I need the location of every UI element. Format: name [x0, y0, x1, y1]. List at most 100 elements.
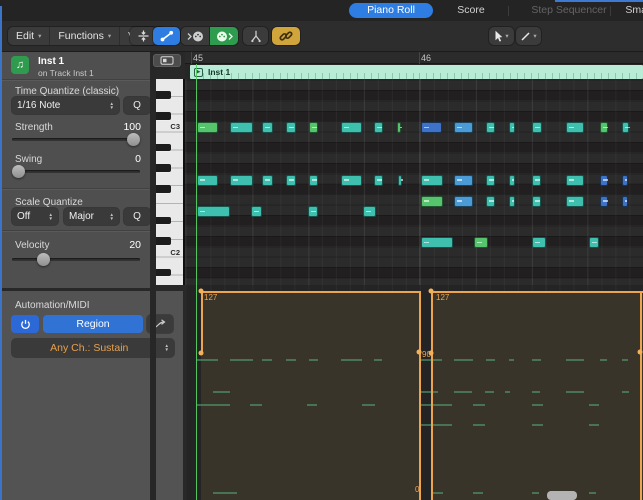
midi-note[interactable] — [421, 237, 453, 248]
midi-note[interactable] — [309, 175, 318, 186]
midi-note[interactable] — [374, 122, 384, 133]
midi-note[interactable] — [566, 196, 585, 207]
midi-out-button[interactable] — [209, 27, 238, 45]
tab-piano-roll[interactable]: Piano Roll — [349, 3, 433, 18]
automation-point[interactable] — [199, 289, 204, 294]
menu-edit[interactable]: Edit▾ — [8, 27, 50, 45]
midi-note[interactable] — [600, 122, 609, 133]
midi-note[interactable] — [197, 206, 230, 217]
automation-point[interactable] — [638, 350, 643, 355]
midi-note[interactable] — [486, 122, 496, 133]
midi-note[interactable] — [454, 196, 473, 207]
midi-note[interactable] — [486, 175, 495, 186]
menu-functions[interactable]: Functions▾ — [50, 27, 120, 45]
automation-region-right-edge[interactable] — [640, 291, 642, 500]
piano-key-black[interactable] — [156, 91, 171, 98]
midi-note[interactable] — [509, 196, 515, 207]
midi-in-button[interactable] — [181, 27, 209, 45]
midi-note[interactable] — [397, 122, 401, 133]
midi-note[interactable] — [286, 175, 297, 186]
pencil-tool-button[interactable]: ▾ — [516, 27, 541, 45]
midi-note[interactable] — [286, 122, 297, 133]
piano-keyboard[interactable]: C3C2 — [156, 79, 185, 285]
midi-note[interactable] — [251, 206, 262, 217]
midi-note[interactable] — [454, 175, 473, 186]
midi-note[interactable] — [197, 122, 218, 133]
midi-note[interactable] — [309, 122, 319, 133]
midi-note[interactable] — [421, 196, 443, 207]
midi-note[interactable] — [374, 175, 383, 186]
midi-note[interactable] — [600, 175, 608, 186]
tab-smart-t[interactable]: Smart T — [614, 3, 643, 18]
time-quantize-apply-button[interactable]: Q — [124, 97, 150, 114]
tab-score[interactable]: Score — [441, 3, 501, 18]
details-toggle-button[interactable] — [153, 54, 181, 67]
automation-point[interactable] — [199, 351, 204, 356]
automation-region-fill[interactable] — [431, 291, 643, 500]
time-quantize-select[interactable]: 1/16 Note ▲▼ — [12, 97, 119, 114]
bar-ruler[interactable]: 4546 — [185, 52, 643, 64]
swing-slider[interactable] — [12, 170, 140, 173]
automation-point[interactable] — [417, 350, 422, 355]
midi-note[interactable] — [566, 175, 585, 186]
scale-quantize-apply-button[interactable]: Q — [124, 208, 150, 225]
strength-slider-thumb[interactable] — [127, 133, 140, 146]
midi-note[interactable] — [509, 122, 515, 133]
piano-key-black[interactable] — [156, 269, 171, 276]
midi-draw-button[interactable] — [153, 27, 180, 45]
midi-note[interactable] — [262, 122, 273, 133]
automation-region-left-edge[interactable] — [431, 291, 433, 500]
swing-slider-thumb[interactable] — [12, 165, 25, 178]
piano-key-black[interactable] — [156, 144, 171, 151]
midi-note[interactable] — [532, 196, 541, 207]
tab-step-sequencer[interactable]: Step Sequencer — [514, 3, 624, 18]
midi-note[interactable] — [262, 175, 273, 186]
note-grid[interactable] — [185, 79, 643, 285]
scale-root-select[interactable]: Off ▲▼ — [12, 208, 58, 225]
midi-note[interactable] — [486, 196, 495, 207]
midi-note[interactable] — [509, 175, 515, 186]
midi-note[interactable] — [622, 122, 630, 133]
midi-note[interactable] — [398, 175, 402, 186]
playhead[interactable] — [196, 64, 198, 500]
velocity-slider[interactable] — [12, 258, 140, 261]
scale-type-select[interactable]: Major ▲▼ — [64, 208, 119, 225]
midi-note[interactable] — [532, 122, 542, 133]
midi-note[interactable] — [341, 122, 362, 133]
automation-region-fill[interactable] — [201, 291, 419, 500]
midi-note[interactable] — [589, 237, 599, 248]
piano-key-black[interactable] — [156, 237, 171, 244]
midi-note[interactable] — [308, 206, 318, 217]
midi-note[interactable] — [600, 196, 608, 207]
link-button[interactable] — [272, 27, 300, 45]
midi-note[interactable] — [230, 122, 253, 133]
velocity-slider-thumb[interactable] — [37, 253, 50, 266]
automation-region-button[interactable]: Region — [43, 315, 143, 333]
midi-note[interactable] — [197, 175, 218, 186]
piano-key-black[interactable] — [156, 164, 171, 171]
automation-power-button[interactable] — [11, 315, 39, 333]
automation-value-line[interactable] — [431, 291, 643, 293]
piano-key-black[interactable] — [156, 112, 171, 119]
automation-region-right-edge[interactable] — [419, 291, 421, 500]
midi-note[interactable] — [454, 122, 473, 133]
pointer-tool-button[interactable]: ▾ — [489, 27, 514, 45]
piano-key-black[interactable] — [156, 217, 171, 224]
piano-key-black[interactable] — [156, 185, 171, 192]
midi-note[interactable] — [622, 196, 629, 207]
automation-region-left-edge[interactable] — [201, 291, 203, 353]
midi-note[interactable] — [230, 175, 253, 186]
no-overlap-button[interactable] — [243, 27, 268, 45]
automation-value-line[interactable] — [201, 291, 419, 293]
midi-note[interactable] — [532, 175, 541, 186]
midi-note[interactable] — [622, 175, 629, 186]
strength-slider[interactable] — [12, 138, 140, 141]
midi-note[interactable] — [421, 175, 443, 186]
midi-note[interactable] — [532, 237, 546, 248]
midi-note[interactable] — [566, 122, 585, 133]
region-strip[interactable]: ▶ Inst 1 — [190, 65, 643, 79]
automation-point[interactable] — [429, 289, 434, 294]
midi-note[interactable] — [341, 175, 363, 186]
automation-lane[interactable]: 127127900 — [185, 285, 643, 500]
scrollbar-thumb[interactable] — [547, 491, 577, 500]
